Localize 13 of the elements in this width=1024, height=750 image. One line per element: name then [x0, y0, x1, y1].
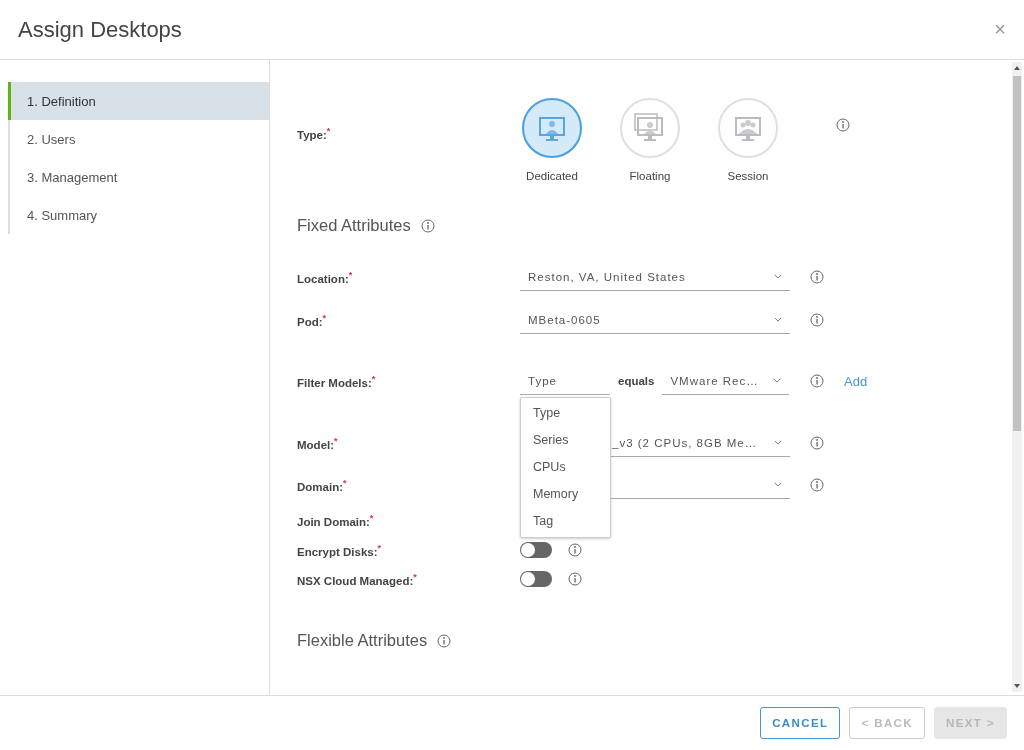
field-label: Type:$^{*}$ [297, 126, 332, 141]
field-label: Filter Models:$^{*}$ [297, 373, 377, 389]
field-label: Location:$^{*}$ [297, 269, 354, 285]
field-label: NSX Cloud Managed:$^{*}$ [297, 571, 418, 587]
field-label: Pod:$^{*}$ [297, 312, 328, 328]
dialog-title: Assign Desktops [18, 16, 182, 43]
operator-label: equals [618, 375, 655, 387]
field-label: Model:$^{*}$ [297, 435, 339, 451]
section-heading: Flexible Attributes [297, 631, 428, 650]
field-label: Encrypt Disks:$^{*}$ [297, 542, 383, 558]
field-label: Join Domain:$^{*}$ [297, 512, 375, 528]
section-heading: Fixed Attributes [297, 216, 411, 235]
field-label: Domain:$^{*}$ [297, 477, 348, 493]
